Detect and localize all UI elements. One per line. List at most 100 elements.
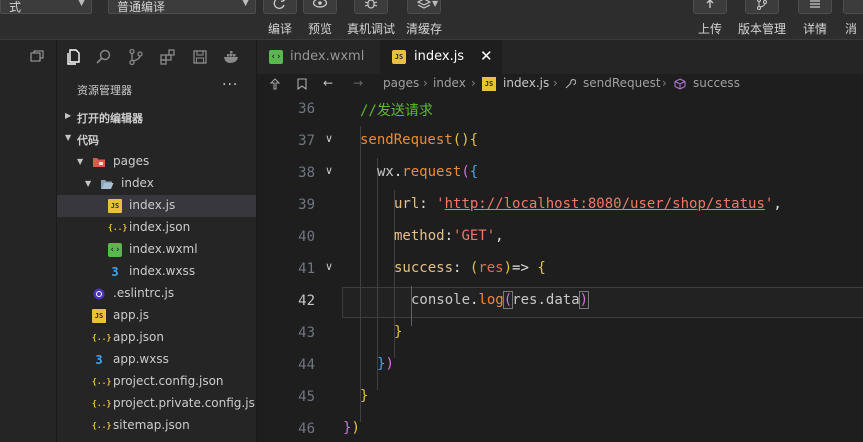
line-number: 40 xyxy=(298,229,315,245)
code-url-string[interactable]: http://localhost:8080/user/shop/status xyxy=(445,196,765,212)
split-editor-icon[interactable] xyxy=(269,78,281,90)
upload-button[interactable]: 上传 xyxy=(692,0,728,40)
json-file-icon: {..} xyxy=(92,377,112,386)
tab-index-js[interactable]: JS index.js ✕ xyxy=(380,40,502,74)
js-file-icon: JS xyxy=(92,309,106,323)
fold-chevron-icon[interactable]: ∨ xyxy=(325,164,333,177)
chevron-right-icon: › xyxy=(423,76,428,90)
line-number: 39 xyxy=(298,197,315,213)
activity-bar xyxy=(57,40,256,74)
tree-item-index-wxml[interactable]: ‹› index.wxml xyxy=(57,239,256,261)
tree-item-label: index.wxml xyxy=(129,242,198,256)
chevron-right-icon: › xyxy=(553,76,558,90)
save-icon[interactable] xyxy=(191,48,209,66)
more-actions-icon[interactable]: ··· xyxy=(222,77,238,93)
line-number: 44 xyxy=(298,357,315,373)
code-key: success xyxy=(394,260,454,276)
left-panel-strip xyxy=(0,40,57,442)
code-function-name: sendRequest xyxy=(360,132,453,148)
json-file-icon: {..} xyxy=(92,421,112,430)
breadcrumb-pages[interactable]: pages xyxy=(383,76,419,90)
details-button[interactable]: 详情 xyxy=(798,0,832,40)
breadcrumb-index[interactable]: index xyxy=(433,76,466,90)
preview-button[interactable]: 预览 xyxy=(302,0,338,40)
breadcrumb-file[interactable]: index.js xyxy=(503,76,549,90)
breadcrumb-property[interactable]: success xyxy=(693,76,740,90)
eslint-file-icon xyxy=(93,288,105,300)
wxss-file-icon: 3 xyxy=(95,353,103,367)
code-line: 38 ∨ wx.request({ xyxy=(257,158,863,190)
line-number: 36 xyxy=(298,101,315,117)
chevron-right-icon: › xyxy=(471,76,476,90)
code-method: log xyxy=(478,292,504,308)
close-icon[interactable]: ✕ xyxy=(480,47,493,65)
message-button[interactable]: 消 xyxy=(843,0,863,40)
files-icon[interactable] xyxy=(65,48,83,66)
chevron-down-icon: ▼ xyxy=(77,157,84,166)
compile-mode-select[interactable]: 普通编译 ▼ xyxy=(108,0,256,14)
code-editor[interactable]: 36 //发送请求 37 ∨ sendRequest(){ 38 ∨ wx.re… xyxy=(256,94,863,442)
json-file-icon: {..} xyxy=(92,333,112,342)
clear-cache-label: 清缓存 xyxy=(405,22,442,36)
version-label: 版本管理 xyxy=(737,22,786,36)
details-label: 详情 xyxy=(802,22,827,36)
compile-label: 编译 xyxy=(267,22,292,36)
bookmark-icon[interactable] xyxy=(297,78,307,90)
tree-item-app-json[interactable]: {..} app.json xyxy=(57,327,256,349)
code-line: 46 }) xyxy=(257,414,863,442)
docker-whale-icon[interactable] xyxy=(223,48,241,66)
compile-mode-value: 普通编译 xyxy=(117,0,166,14)
tree-item-app-wxss[interactable]: 3 app.wxss xyxy=(57,349,256,371)
tree-item-label: index.js xyxy=(129,198,176,212)
tree-item-label: pages xyxy=(113,154,150,168)
code-key: url xyxy=(394,196,420,212)
line-number: 45 xyxy=(298,389,315,405)
tree-item-label: index xyxy=(121,176,154,190)
search-icon[interactable] xyxy=(95,48,113,66)
code-section[interactable]: ▼ 代码 xyxy=(57,128,256,150)
code-line: 45 } xyxy=(257,382,863,414)
tree-item-project-config[interactable]: {..} project.config.json xyxy=(57,371,256,393)
code-line-current: 42 console.log(res.data) xyxy=(257,286,863,318)
open-editors-label: 打开的编辑器 xyxy=(77,112,143,125)
fold-chevron-icon[interactable]: ∨ xyxy=(325,260,333,273)
forward-arrow-icon[interactable]: → xyxy=(353,76,363,90)
folder-open-icon xyxy=(101,180,114,189)
window-restore-icon[interactable] xyxy=(30,50,44,62)
line-number: 42 xyxy=(298,293,315,309)
mode-select[interactable]: 式 ▼ xyxy=(0,0,92,14)
tree-item-sitemap[interactable]: {..} sitemap.json xyxy=(57,415,256,437)
tree-item-index-folder[interactable]: ▼ index xyxy=(57,173,256,195)
tree-item-app-js[interactable]: JS app.js xyxy=(57,305,256,327)
tree-item-eslintrc[interactable]: .eslintrc.js xyxy=(57,283,256,305)
cube-icon xyxy=(674,78,686,90)
version-button[interactable]: 版本管理 xyxy=(736,0,788,40)
chevron-right-icon: › xyxy=(662,76,667,90)
tab-index-wxml[interactable]: ‹› index.wxml xyxy=(257,40,379,74)
top-toolbar: 式 ▼ 普通编译 ▼ 编译 预览 真机调试 ▼ 清缓存 上传 版本管理 详情 消 xyxy=(0,0,863,40)
tree-item-pages[interactable]: ▼ pages xyxy=(57,151,256,173)
wxml-file-icon: ‹› xyxy=(108,243,122,257)
chevron-down-icon: ▼ xyxy=(85,179,92,188)
extensions-icon[interactable] xyxy=(159,48,177,66)
back-arrow-icon[interactable]: ← xyxy=(323,76,333,90)
source-control-icon[interactable] xyxy=(127,48,145,66)
device-debug-button[interactable]: 真机调试 xyxy=(344,0,398,40)
tree-item-index-json[interactable]: {..} index.json xyxy=(57,217,256,239)
folder-pages-icon xyxy=(93,158,105,167)
clear-cache-button[interactable]: ▼ 清缓存 xyxy=(404,0,444,40)
tree-item-label: index.wxss xyxy=(129,264,196,278)
mode-select-value: 式 xyxy=(9,0,22,14)
layers-icon: ▼ xyxy=(407,0,441,14)
open-editors-section[interactable]: ▶ 打开的编辑器 xyxy=(57,106,256,128)
tree-item-label: project.private.config.js... xyxy=(113,396,267,410)
tree-item-index-js[interactable]: JS index.js xyxy=(57,195,256,217)
breadcrumb-method[interactable]: sendRequest xyxy=(583,76,661,90)
upload-icon xyxy=(693,0,727,14)
tree-item-index-wxss[interactable]: 3 index.wxss xyxy=(57,261,256,283)
compile-button[interactable]: 编译 xyxy=(262,0,298,40)
tree-item-project-private-config[interactable]: {..} project.private.config.js... xyxy=(57,393,266,415)
fold-chevron-icon[interactable]: ∨ xyxy=(325,132,333,145)
code-line: 41 ∨ success: (res)=> { xyxy=(257,254,863,286)
js-file-icon: JS xyxy=(392,50,406,64)
